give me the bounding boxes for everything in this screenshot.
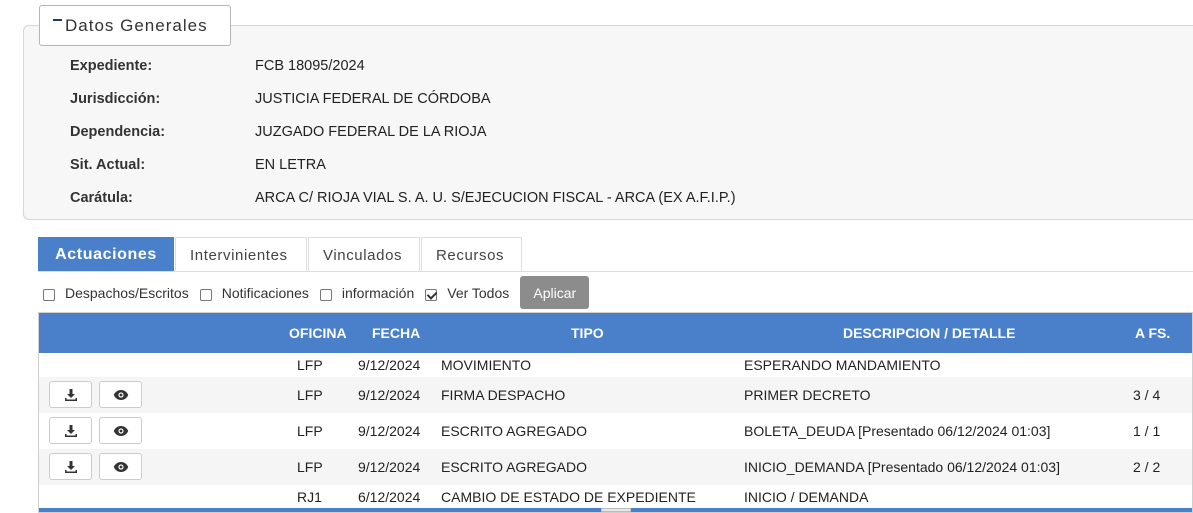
cell-oficina: LFP	[297, 459, 323, 475]
field-value: JUSTICIA FEDERAL DE CÓRDOBA	[255, 91, 491, 107]
cell-descripcion: BOLETA_DEUDA [Presentado 06/12/2024 01:0…	[744, 423, 1051, 439]
table-header: OFICINA FECHA TIPO DESCRIPCION / DETALLE…	[39, 313, 1192, 353]
download-button[interactable]	[49, 453, 92, 480]
eye-icon	[113, 425, 128, 436]
datos-generales-title: Datos Generales	[65, 15, 208, 35]
table-row: LFP 9/12/2024 ESCRITO AGREGADO INICIO_DE…	[39, 449, 1192, 485]
notificaciones-checkbox[interactable]	[199, 288, 212, 301]
header-descripcion: DESCRIPCION / DETALLE	[843, 325, 1016, 341]
cell-tipo: FIRMA DESPACHO	[441, 387, 566, 403]
tab-divider	[38, 271, 1193, 272]
table-row: LFP 9/12/2024 MOVIMIENTO ESPERANDO MANDA…	[39, 353, 1192, 377]
field-value: EN LETRA	[255, 157, 326, 173]
cell-oficina: RJ1	[297, 489, 322, 505]
cell-tipo: MOVIMIENTO	[441, 357, 531, 373]
field-label: Dependencia:	[70, 124, 166, 140]
header-tipo: TIPO	[571, 325, 604, 341]
scroll-handle[interactable]	[601, 508, 631, 512]
tab-intervinientes[interactable]: Intervinientes	[175, 237, 307, 272]
view-button[interactable]	[99, 417, 142, 444]
apply-button[interactable]: Aplicar	[520, 276, 590, 309]
filter-label: Notificaciones	[221, 284, 309, 301]
field-label: Carátula:	[70, 190, 133, 206]
view-button[interactable]	[99, 381, 142, 408]
download-button[interactable]	[49, 417, 92, 444]
download-button[interactable]	[49, 381, 92, 408]
download-icon	[64, 388, 77, 401]
header-oficina: OFICINA	[289, 325, 347, 341]
view-button[interactable]	[99, 453, 142, 480]
cell-descripcion: ESPERANDO MANDAMIENTO	[744, 357, 941, 373]
filter-ver-todos[interactable]: Ver Todos	[425, 285, 509, 301]
actuaciones-table: OFICINA FECHA TIPO DESCRIPCION / DETALLE…	[38, 312, 1193, 513]
filter-bar: Despachos/Escritos Notificaciones inform…	[43, 276, 590, 309]
cell-afs: 3 / 4	[1133, 387, 1161, 403]
eye-icon	[113, 461, 128, 472]
cell-descripcion: INICIO_DEMANDA [Presentado 06/12/2024 01…	[744, 459, 1060, 475]
cell-oficina: LFP	[297, 357, 323, 373]
cell-afs: 2 / 2	[1133, 459, 1161, 475]
cell-oficina: LFP	[297, 423, 323, 439]
header-fecha: FECHA	[372, 325, 421, 341]
header-afs: A FS.	[1135, 325, 1171, 341]
field-label: Expediente:	[70, 58, 153, 74]
table-row: LFP 9/12/2024 ESCRITO AGREGADO BOLETA_DE…	[39, 413, 1192, 449]
datos-generales-toggle[interactable]: Datos Generales	[39, 5, 231, 46]
tab-vinculados[interactable]: Vinculados	[308, 237, 420, 272]
download-icon	[64, 424, 77, 437]
tab-bar: Actuaciones Intervinientes Vinculados Re…	[38, 237, 523, 272]
cell-fecha: 9/12/2024	[358, 459, 421, 475]
cell-afs: 1 / 1	[1133, 423, 1161, 439]
cell-tipo: ESCRITO AGREGADO	[441, 459, 587, 475]
informacion-checkbox[interactable]	[319, 288, 332, 301]
despachos-checkbox[interactable]	[43, 288, 55, 301]
cell-oficina: LFP	[297, 387, 323, 403]
cell-tipo: CAMBIO DE ESTADO DE EXPEDIENTE	[441, 489, 696, 505]
cell-tipo: ESCRITO AGREGADO	[441, 423, 587, 439]
field-value: ARCA C/ RIOJA VIAL S. A. U. S/EJECUCION …	[255, 190, 736, 206]
field-value: JUZGADO FEDERAL DE LA RIOJA	[255, 124, 487, 140]
field-label: Jurisdicción:	[70, 91, 161, 107]
filter-despachos[interactable]: Despachos/Escritos	[43, 285, 189, 301]
filter-label: Ver Todos	[447, 284, 510, 301]
tab-actuaciones[interactable]: Actuaciones	[38, 237, 174, 272]
filter-informacion[interactable]: información	[319, 284, 415, 301]
cell-descripcion: INICIO / DEMANDA	[744, 489, 869, 505]
cell-descripcion: PRIMER DECRETO	[744, 387, 871, 403]
cell-fecha: 6/12/2024	[358, 489, 421, 505]
download-icon	[64, 460, 77, 473]
eye-icon	[113, 389, 128, 400]
filter-label: Despachos/Escritos	[65, 284, 189, 301]
ver-todos-checkbox[interactable]	[425, 288, 438, 301]
filter-label: información	[341, 284, 415, 301]
filter-notificaciones[interactable]: Notificaciones	[199, 284, 309, 301]
collapse-icon[interactable]	[53, 18, 62, 21]
table-row: LFP 9/12/2024 FIRMA DESPACHO PRIMER DECR…	[39, 377, 1192, 413]
cell-fecha: 9/12/2024	[358, 357, 421, 373]
cell-fecha: 9/12/2024	[358, 387, 421, 403]
field-label: Sit. Actual:	[70, 157, 146, 173]
field-value: FCB 18095/2024	[255, 58, 365, 74]
tab-recursos[interactable]: Recursos	[421, 237, 522, 272]
table-row: RJ1 6/12/2024 CAMBIO DE ESTADO DE EXPEDI…	[39, 485, 1192, 509]
cell-fecha: 9/12/2024	[358, 423, 421, 439]
